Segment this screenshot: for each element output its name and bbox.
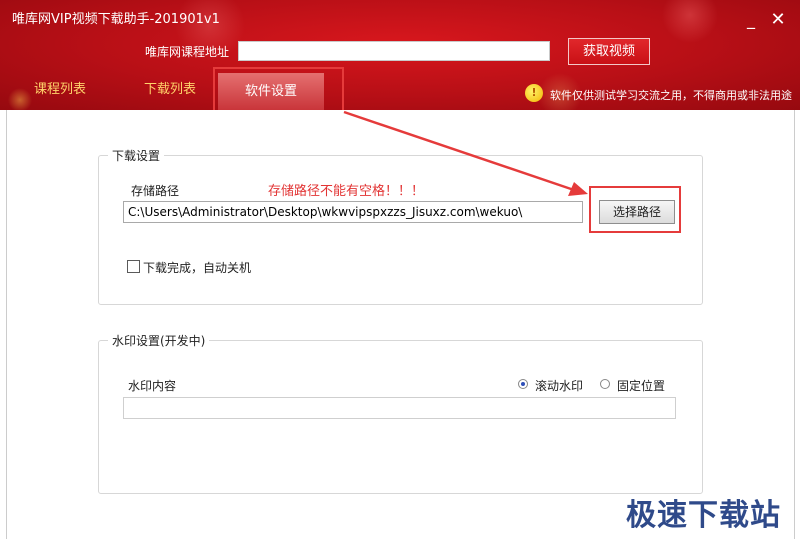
app-window: 唯库网VIP视频下载助手-201901v1 _ ✕ 唯库网课程地址 获取视频 课… <box>0 0 800 539</box>
arrow-head <box>568 182 588 196</box>
site-watermark-logo: 极速下载站 <box>626 498 781 533</box>
annotation-arrow <box>343 110 588 196</box>
arrow-shaft <box>343 110 575 192</box>
